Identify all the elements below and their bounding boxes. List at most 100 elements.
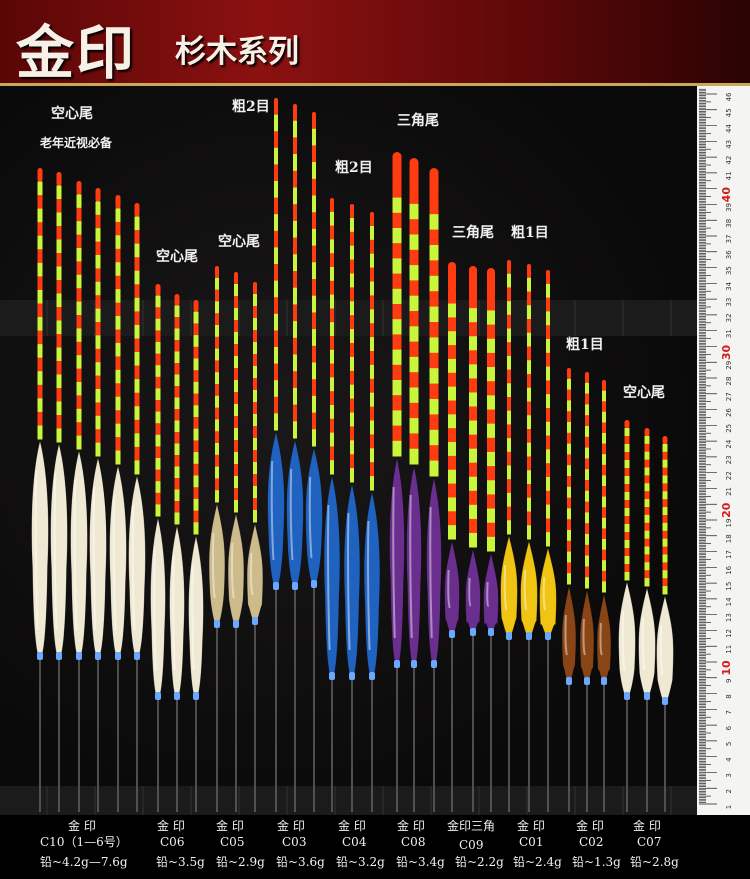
float-tip-segment: [234, 380, 238, 393]
float-tip-segment: [644, 530, 650, 540]
float-tip-segment: [546, 504, 550, 519]
float-tip-segment: [350, 287, 354, 302]
caption-weight: 铅~3.5g: [156, 855, 205, 869]
float-tip-segment: [234, 344, 238, 357]
float-tip-segment: [662, 443, 668, 453]
float-tip-segment: [370, 309, 374, 324]
float-tip-segment: [469, 490, 477, 506]
float-tip-segment: [312, 212, 316, 230]
float-tip-segment: [174, 432, 180, 444]
float-tip-segment: [662, 491, 668, 500]
float-tip-segment: [527, 264, 531, 279]
float-tip-segment: [253, 510, 257, 523]
float-tip-segment: [134, 243, 140, 258]
float-tip-segment: [448, 525, 456, 540]
float-tip-segment: [350, 204, 354, 219]
float-tip-segment: [95, 429, 101, 444]
float-tip-segment: [429, 306, 439, 323]
float-tip-segment: [527, 442, 531, 457]
float-tip-segment: [448, 372, 456, 388]
float-tip-segment: [134, 392, 140, 407]
float-tip-segment: [155, 388, 161, 401]
float-tip-segment: [624, 524, 630, 533]
float-tip-segment: [330, 253, 334, 268]
float-base-ring: [431, 660, 437, 668]
float-tip-segment: [350, 245, 354, 261]
float-tip-segment: [585, 426, 589, 438]
float-tip-segment: [253, 498, 257, 511]
float-tip-segment: [507, 314, 511, 329]
float-tip-segment: [293, 371, 297, 389]
float-tip-segment: [115, 235, 121, 250]
float-tip-segment: [567, 476, 571, 488]
float-tip-segment: [95, 362, 101, 377]
float-tip-segment: [567, 422, 571, 434]
float-tip-segment: [567, 465, 571, 477]
annotation-label: 老年近视必备: [40, 136, 113, 150]
float-tip-segment: [546, 311, 550, 326]
float-tip-segment: [546, 518, 550, 533]
annotation-label: 粗2目: [335, 160, 373, 176]
float-tip-segment: [370, 378, 374, 394]
float-tip-segment: [37, 289, 43, 304]
float-tip-segment: [76, 181, 82, 195]
float-tip-segment: [234, 440, 238, 453]
float-tip-segment: [312, 329, 316, 347]
float-tip-segment: [330, 405, 334, 420]
float-tip-segment: [134, 311, 140, 326]
float-tip-segment: [234, 464, 238, 477]
float-tip-segment: [546, 435, 550, 450]
float-tip-segment: [487, 381, 495, 396]
float-tip-segment: [567, 486, 571, 499]
float-tip-segment: [234, 476, 238, 489]
float-tip-segment: [392, 334, 402, 351]
float-tip-segment: [662, 554, 668, 563]
float-tip-segment: [312, 345, 316, 363]
float-tip-segment: [662, 515, 668, 524]
caption-brand: 金 印: [338, 819, 366, 833]
float-tip-segment: [546, 297, 550, 312]
float-tip-segment: [507, 355, 511, 371]
float-tip-segment: [429, 414, 439, 431]
float-body: [638, 587, 656, 701]
float-tip-segment: [487, 480, 495, 495]
float-tip-segment: [448, 428, 456, 443]
float-tip-segment: [507, 260, 511, 275]
float-tip-segment: [392, 273, 402, 290]
float-tip-segment: [155, 353, 161, 366]
float-tip-segment: [448, 497, 456, 512]
float-tip-segment: [448, 414, 456, 429]
float-tip-segment: [527, 525, 531, 540]
float-tip-segment: [527, 319, 531, 334]
float-tip-segment: [392, 319, 402, 335]
float-tip-segment: [469, 518, 477, 534]
float-tip-segment: [76, 221, 82, 236]
float-tip-segment: [215, 395, 219, 409]
float-tip-segment: [193, 405, 199, 418]
float-tip-segment: [215, 431, 219, 444]
float-tip-segment: [312, 162, 316, 180]
float-tip-segment: [37, 249, 43, 264]
float-tip-segment: [602, 507, 606, 519]
float-tip-segment: [448, 511, 456, 526]
float-tip-segment: [409, 418, 419, 434]
float-tip-segment: [293, 404, 297, 422]
float-tip-segment: [350, 231, 354, 247]
float-tip-segment: [174, 443, 180, 456]
float-tip-segment: [487, 310, 495, 326]
float-tip-segment: [448, 386, 456, 401]
float-tip-segment: [37, 357, 43, 372]
float-tip-segment: [350, 370, 354, 386]
float-tip-segment: [95, 268, 101, 283]
float-tip-segment: [662, 522, 668, 532]
float-tip-segment: [370, 364, 374, 380]
float-tip-segment: [155, 446, 161, 459]
float-tip-segment: [115, 289, 121, 304]
float-tip-segment: [602, 486, 606, 498]
float-tip-segment: [215, 266, 219, 279]
float-tip-segment: [234, 320, 238, 333]
float-tip-segment: [602, 380, 606, 392]
float-tip-segment: [253, 306, 257, 319]
float-tip-segment: [487, 338, 495, 354]
float-tip-segment: [409, 280, 419, 297]
